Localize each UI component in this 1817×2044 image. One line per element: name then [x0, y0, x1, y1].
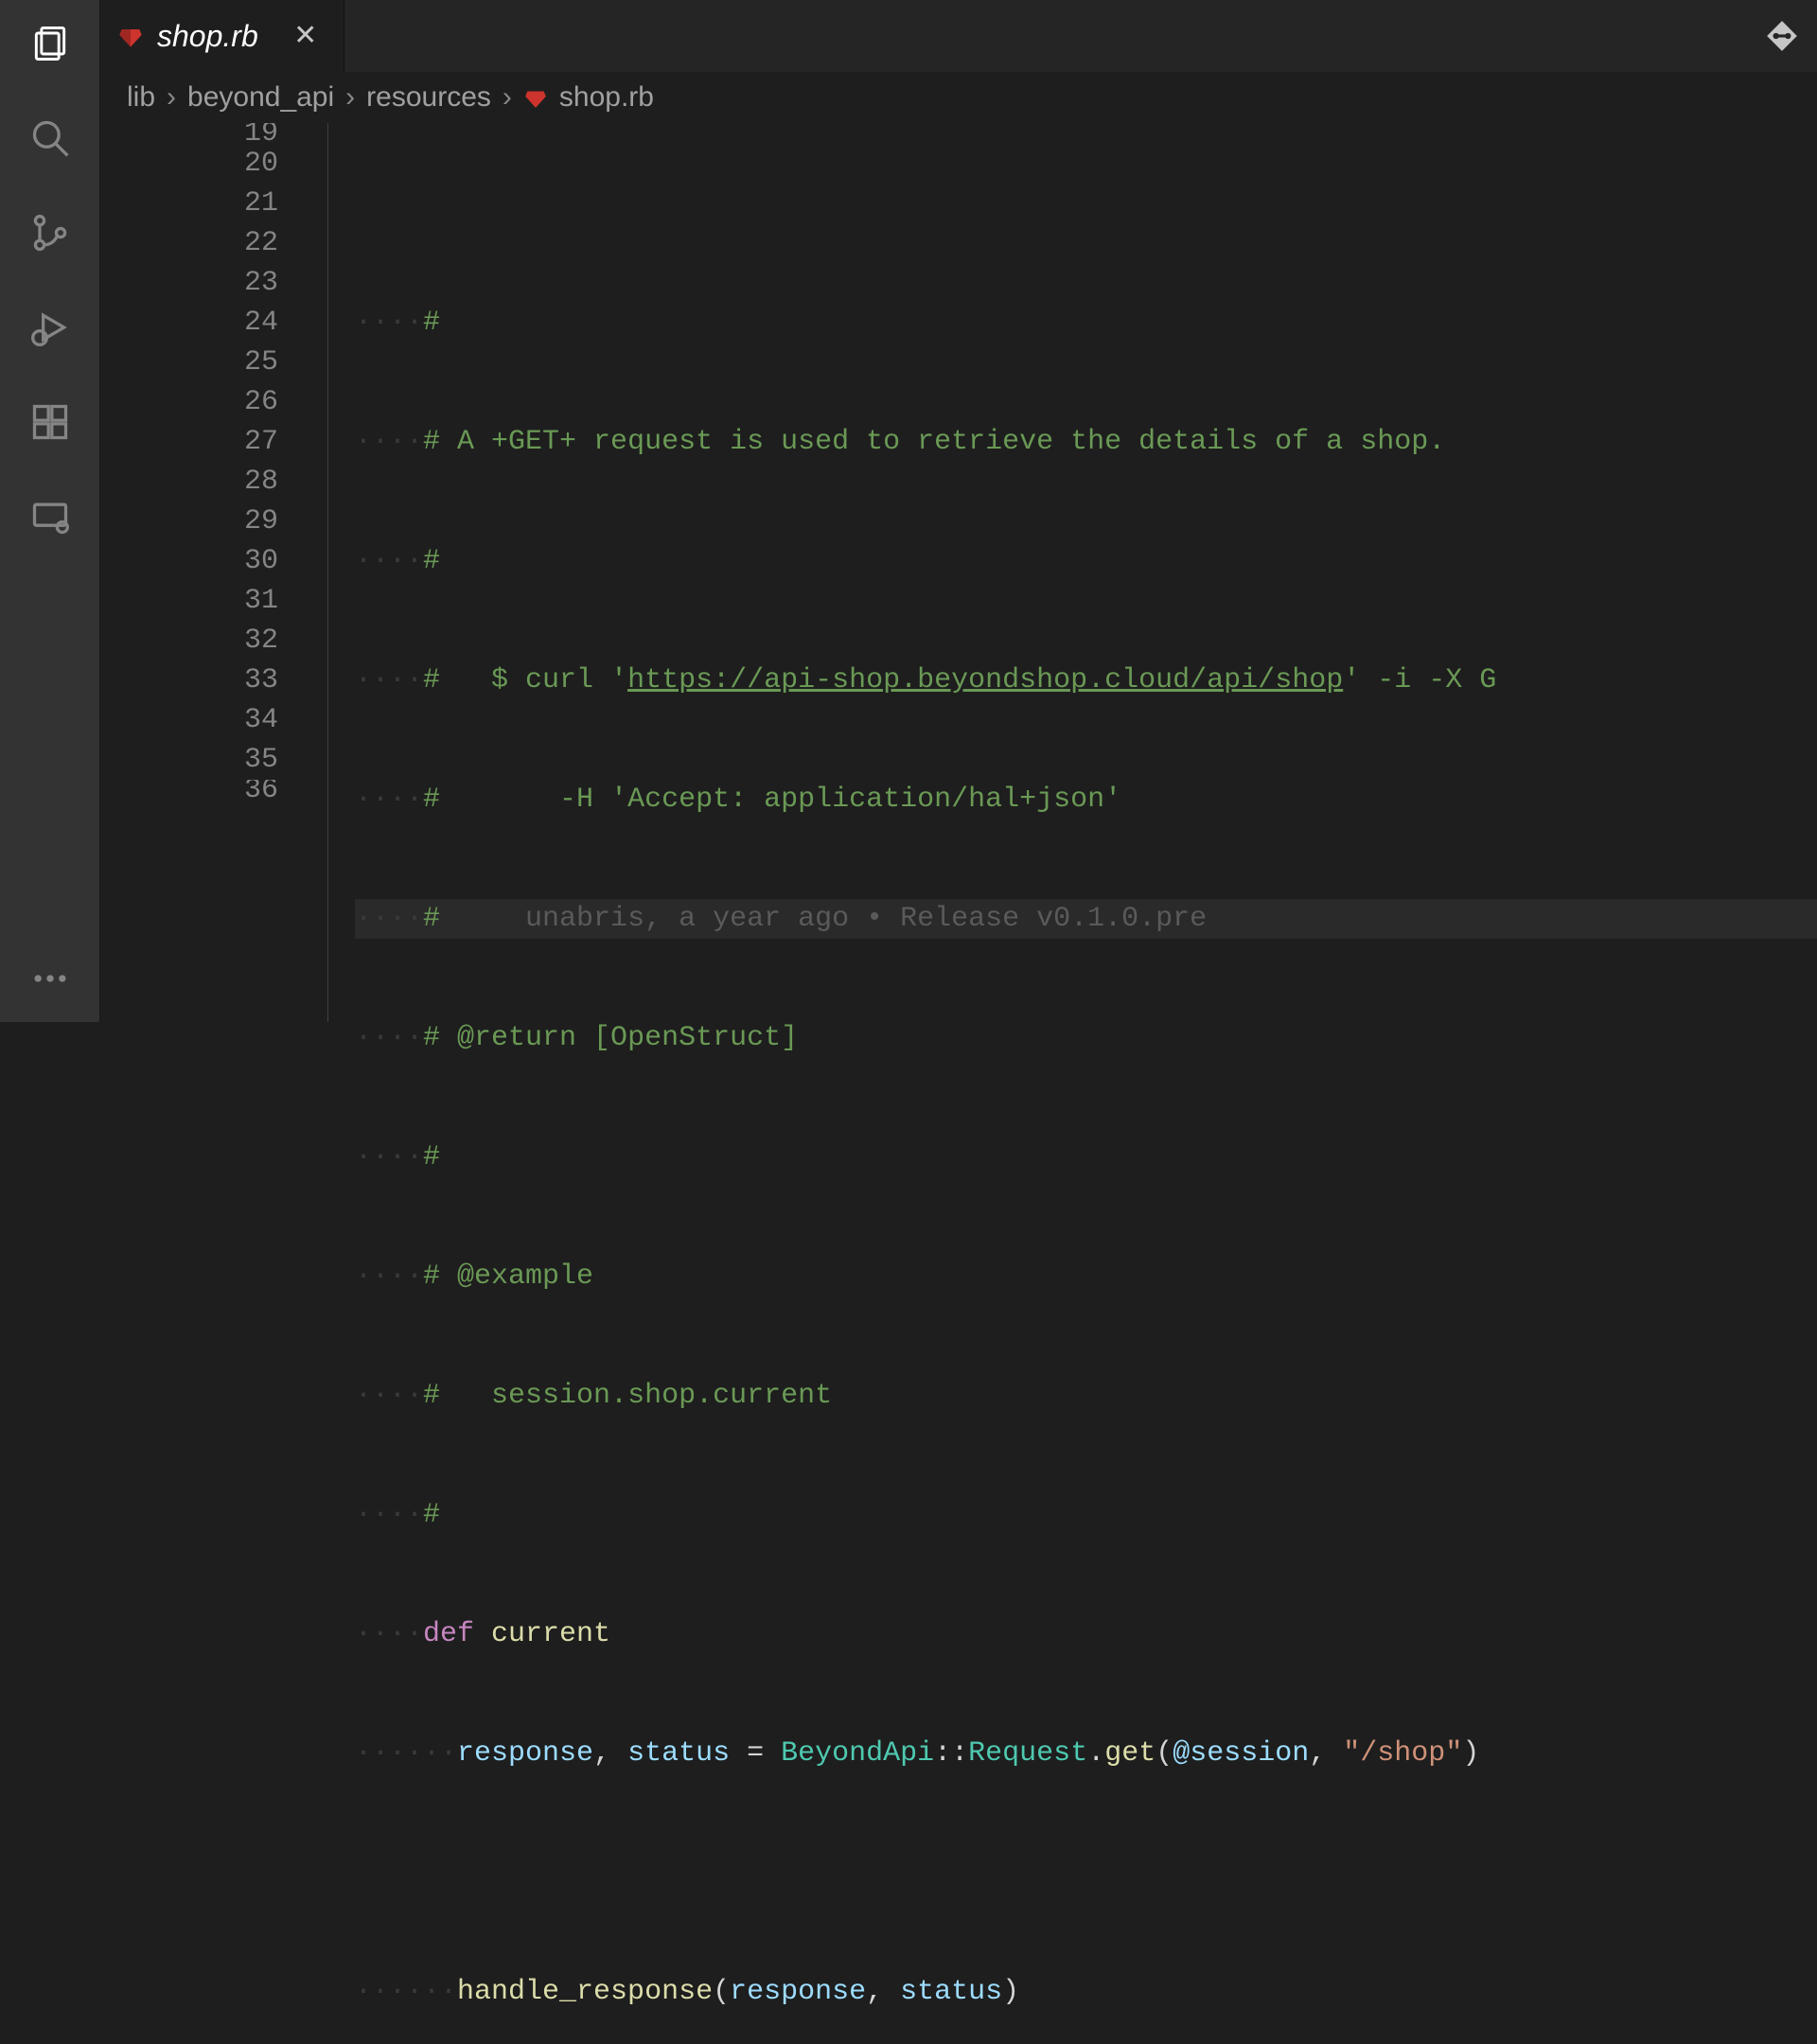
- tab-shop-rb[interactable]: shop.rb ✕: [100, 0, 344, 72]
- search-icon[interactable]: [26, 114, 75, 163]
- line-number: 25: [100, 343, 278, 382]
- breadcrumb-seg[interactable]: resources: [366, 81, 491, 114]
- tab-bar: shop.rb ✕: [100, 0, 1817, 72]
- line-number: 34: [100, 700, 278, 740]
- code-editor[interactable]: 19 20 21 22 23 24 25 26 27 28 29 30 31 3…: [100, 123, 1817, 1022]
- source-control-icon[interactable]: [26, 208, 75, 257]
- ruby-file-icon: [523, 85, 548, 110]
- line-number: 28: [100, 462, 278, 502]
- line-number-gutter: 19 20 21 22 23 24 25 26 27 28 29 30 31 3…: [100, 123, 327, 1022]
- chevron-right-icon: ›: [167, 81, 176, 114]
- run-debug-icon[interactable]: [26, 303, 75, 352]
- line-number: 23: [100, 263, 278, 303]
- breadcrumb-seg[interactable]: lib: [127, 81, 155, 114]
- breadcrumb[interactable]: lib › beyond_api › resources › shop.rb: [100, 72, 1817, 123]
- line-number: 21: [100, 184, 278, 223]
- line-number: 19: [100, 123, 278, 144]
- chevron-right-icon: ›: [503, 81, 512, 114]
- line-number: 32: [100, 621, 278, 661]
- breadcrumb-seg[interactable]: shop.rb: [559, 81, 654, 114]
- close-icon[interactable]: ✕: [291, 21, 321, 51]
- git-blame-annotation: unabris, a year ago • Release v0.1.0.pre: [440, 903, 1207, 935]
- line-number: 33: [100, 661, 278, 700]
- line-number: 36: [100, 780, 278, 801]
- line-number: 27: [100, 422, 278, 462]
- extensions-icon[interactable]: [26, 397, 75, 447]
- chevron-right-icon: ›: [345, 81, 355, 114]
- tab-label: shop.rb: [157, 19, 258, 54]
- ruby-file-icon: [117, 23, 144, 49]
- line-number: 35: [100, 740, 278, 780]
- line-number: 29: [100, 502, 278, 541]
- code-area[interactable]: ····# ····# A +GET+ request is used to r…: [327, 123, 1817, 1022]
- line-number: 22: [100, 223, 278, 263]
- line-number: 30: [100, 541, 278, 581]
- git-compare-icon[interactable]: [1764, 18, 1800, 54]
- line-number: 20: [100, 144, 278, 184]
- breadcrumb-seg[interactable]: beyond_api: [187, 81, 334, 114]
- line-number: 26: [100, 382, 278, 422]
- line-number: 24: [100, 303, 278, 343]
- remote-icon[interactable]: [26, 492, 75, 541]
- activity-bar: [0, 0, 100, 1022]
- more-icon[interactable]: [26, 954, 75, 1003]
- line-number: 31: [100, 581, 278, 621]
- explorer-icon[interactable]: [26, 19, 75, 68]
